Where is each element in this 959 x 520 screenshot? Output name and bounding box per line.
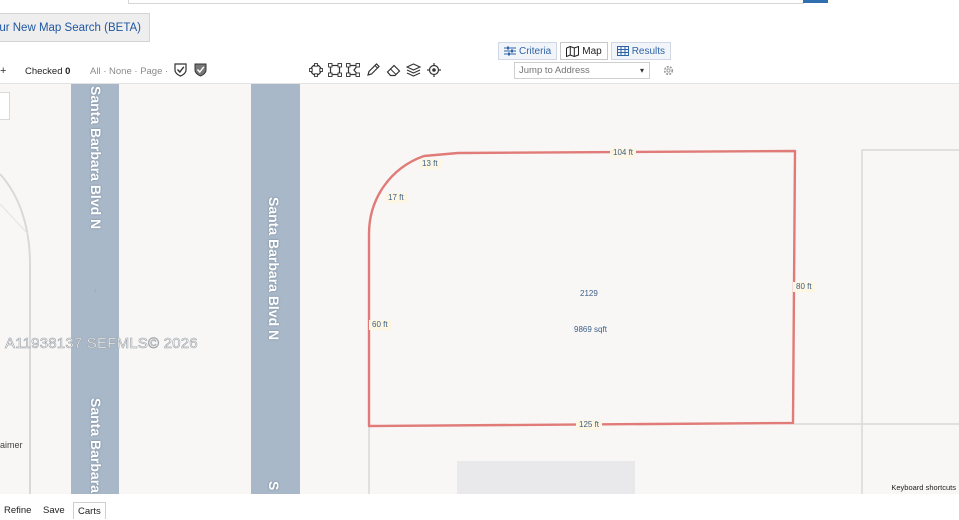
top-search-field[interactable]: [128, 0, 804, 4]
selection-links: All · None · Page ·: [90, 66, 168, 77]
street-label-left-lower: Santa Barbara: [88, 398, 104, 493]
gear-icon[interactable]: [662, 64, 675, 77]
street-label-main: Santa Barbara Blvd N: [266, 197, 282, 341]
dimension-corner-side: 17 ft: [385, 193, 407, 203]
dimension-left: 60 ft: [369, 320, 391, 330]
mls-watermark: A11938137 SEFMLS© 2026: [5, 335, 198, 353]
tab-criteria-label: Criteria: [519, 45, 552, 57]
map-zoom-control[interactable]: [0, 92, 10, 120]
lot-area: 9869 sqft: [574, 325, 607, 334]
rectangle-draw-icon[interactable]: [328, 63, 342, 77]
tab-results[interactable]: Results: [610, 42, 672, 60]
checked-label: Checked: [25, 66, 63, 77]
select-all-link[interactable]: All: [90, 66, 101, 77]
map-toolbar: + Checked 0 All · None · Page ·: [0, 60, 959, 84]
checked-counter: Checked 0: [25, 66, 70, 77]
map-icon: [566, 45, 580, 57]
select-none-link[interactable]: None: [109, 66, 132, 77]
street-label-main-lower: S: [266, 481, 282, 491]
map-canvas[interactable]: Santa Barbara Blvd N Santa Barbara Santa…: [0, 84, 959, 494]
uncheck-shield-icon[interactable]: [194, 63, 208, 77]
expand-button[interactable]: +: [0, 65, 6, 77]
dimension-corner-top: 13 ft: [419, 159, 441, 169]
select-page-link[interactable]: Page: [140, 66, 162, 77]
carts-tab[interactable]: Carts: [73, 502, 106, 519]
tab-results-label: Results: [631, 45, 666, 57]
separator: ·: [165, 66, 169, 77]
circle-draw-icon[interactable]: [309, 63, 323, 77]
refine-tab[interactable]: Refine: [0, 502, 35, 519]
separator: ·: [103, 66, 107, 77]
street-label-left: Santa Barbara Blvd N: [88, 86, 104, 230]
dimension-right: 80 ft: [793, 282, 815, 292]
view-tabs: Criteria Map Results: [498, 42, 672, 60]
polygon-draw-icon[interactable]: [346, 63, 360, 77]
keyboard-shortcuts-link[interactable]: Keyboard shortcuts: [891, 483, 956, 492]
chevron-down-icon[interactable]: ▾: [640, 66, 644, 75]
dimension-bottom: 125 ft: [576, 420, 603, 430]
sliders-icon: [504, 46, 516, 56]
locate-icon[interactable]: [427, 63, 441, 77]
checked-count: 0: [65, 66, 71, 77]
down-arrow-icon: ↓: [93, 284, 98, 294]
map-base-layer: [0, 84, 959, 494]
dimension-top: 104 ft: [610, 148, 637, 158]
disclaimer-link[interactable]: aimer: [0, 440, 23, 450]
pencil-draw-icon[interactable]: [366, 63, 380, 77]
tab-criteria[interactable]: Criteria: [498, 42, 558, 60]
separator: ·: [134, 66, 138, 77]
tab-map[interactable]: Map: [560, 42, 608, 60]
check-shield-icon[interactable]: [174, 63, 187, 77]
save-tab[interactable]: Save: [39, 502, 69, 519]
bottom-tab-bar: Refine Save Carts: [0, 500, 959, 519]
top-search-bar: [0, 0, 959, 10]
top-search-button[interactable]: [803, 0, 828, 3]
new-map-search-label: Try Our New Map Search (BETA): [0, 21, 141, 34]
eraser-icon[interactable]: [386, 63, 401, 77]
lot-number: 2129: [580, 289, 598, 298]
tab-map-label: Map: [582, 45, 602, 57]
layers-icon[interactable]: [406, 63, 421, 77]
new-map-search-button[interactable]: Try Our New Map Search (BETA): [0, 13, 150, 42]
jump-to-address-input[interactable]: [514, 62, 650, 79]
grid-icon: [616, 46, 629, 56]
